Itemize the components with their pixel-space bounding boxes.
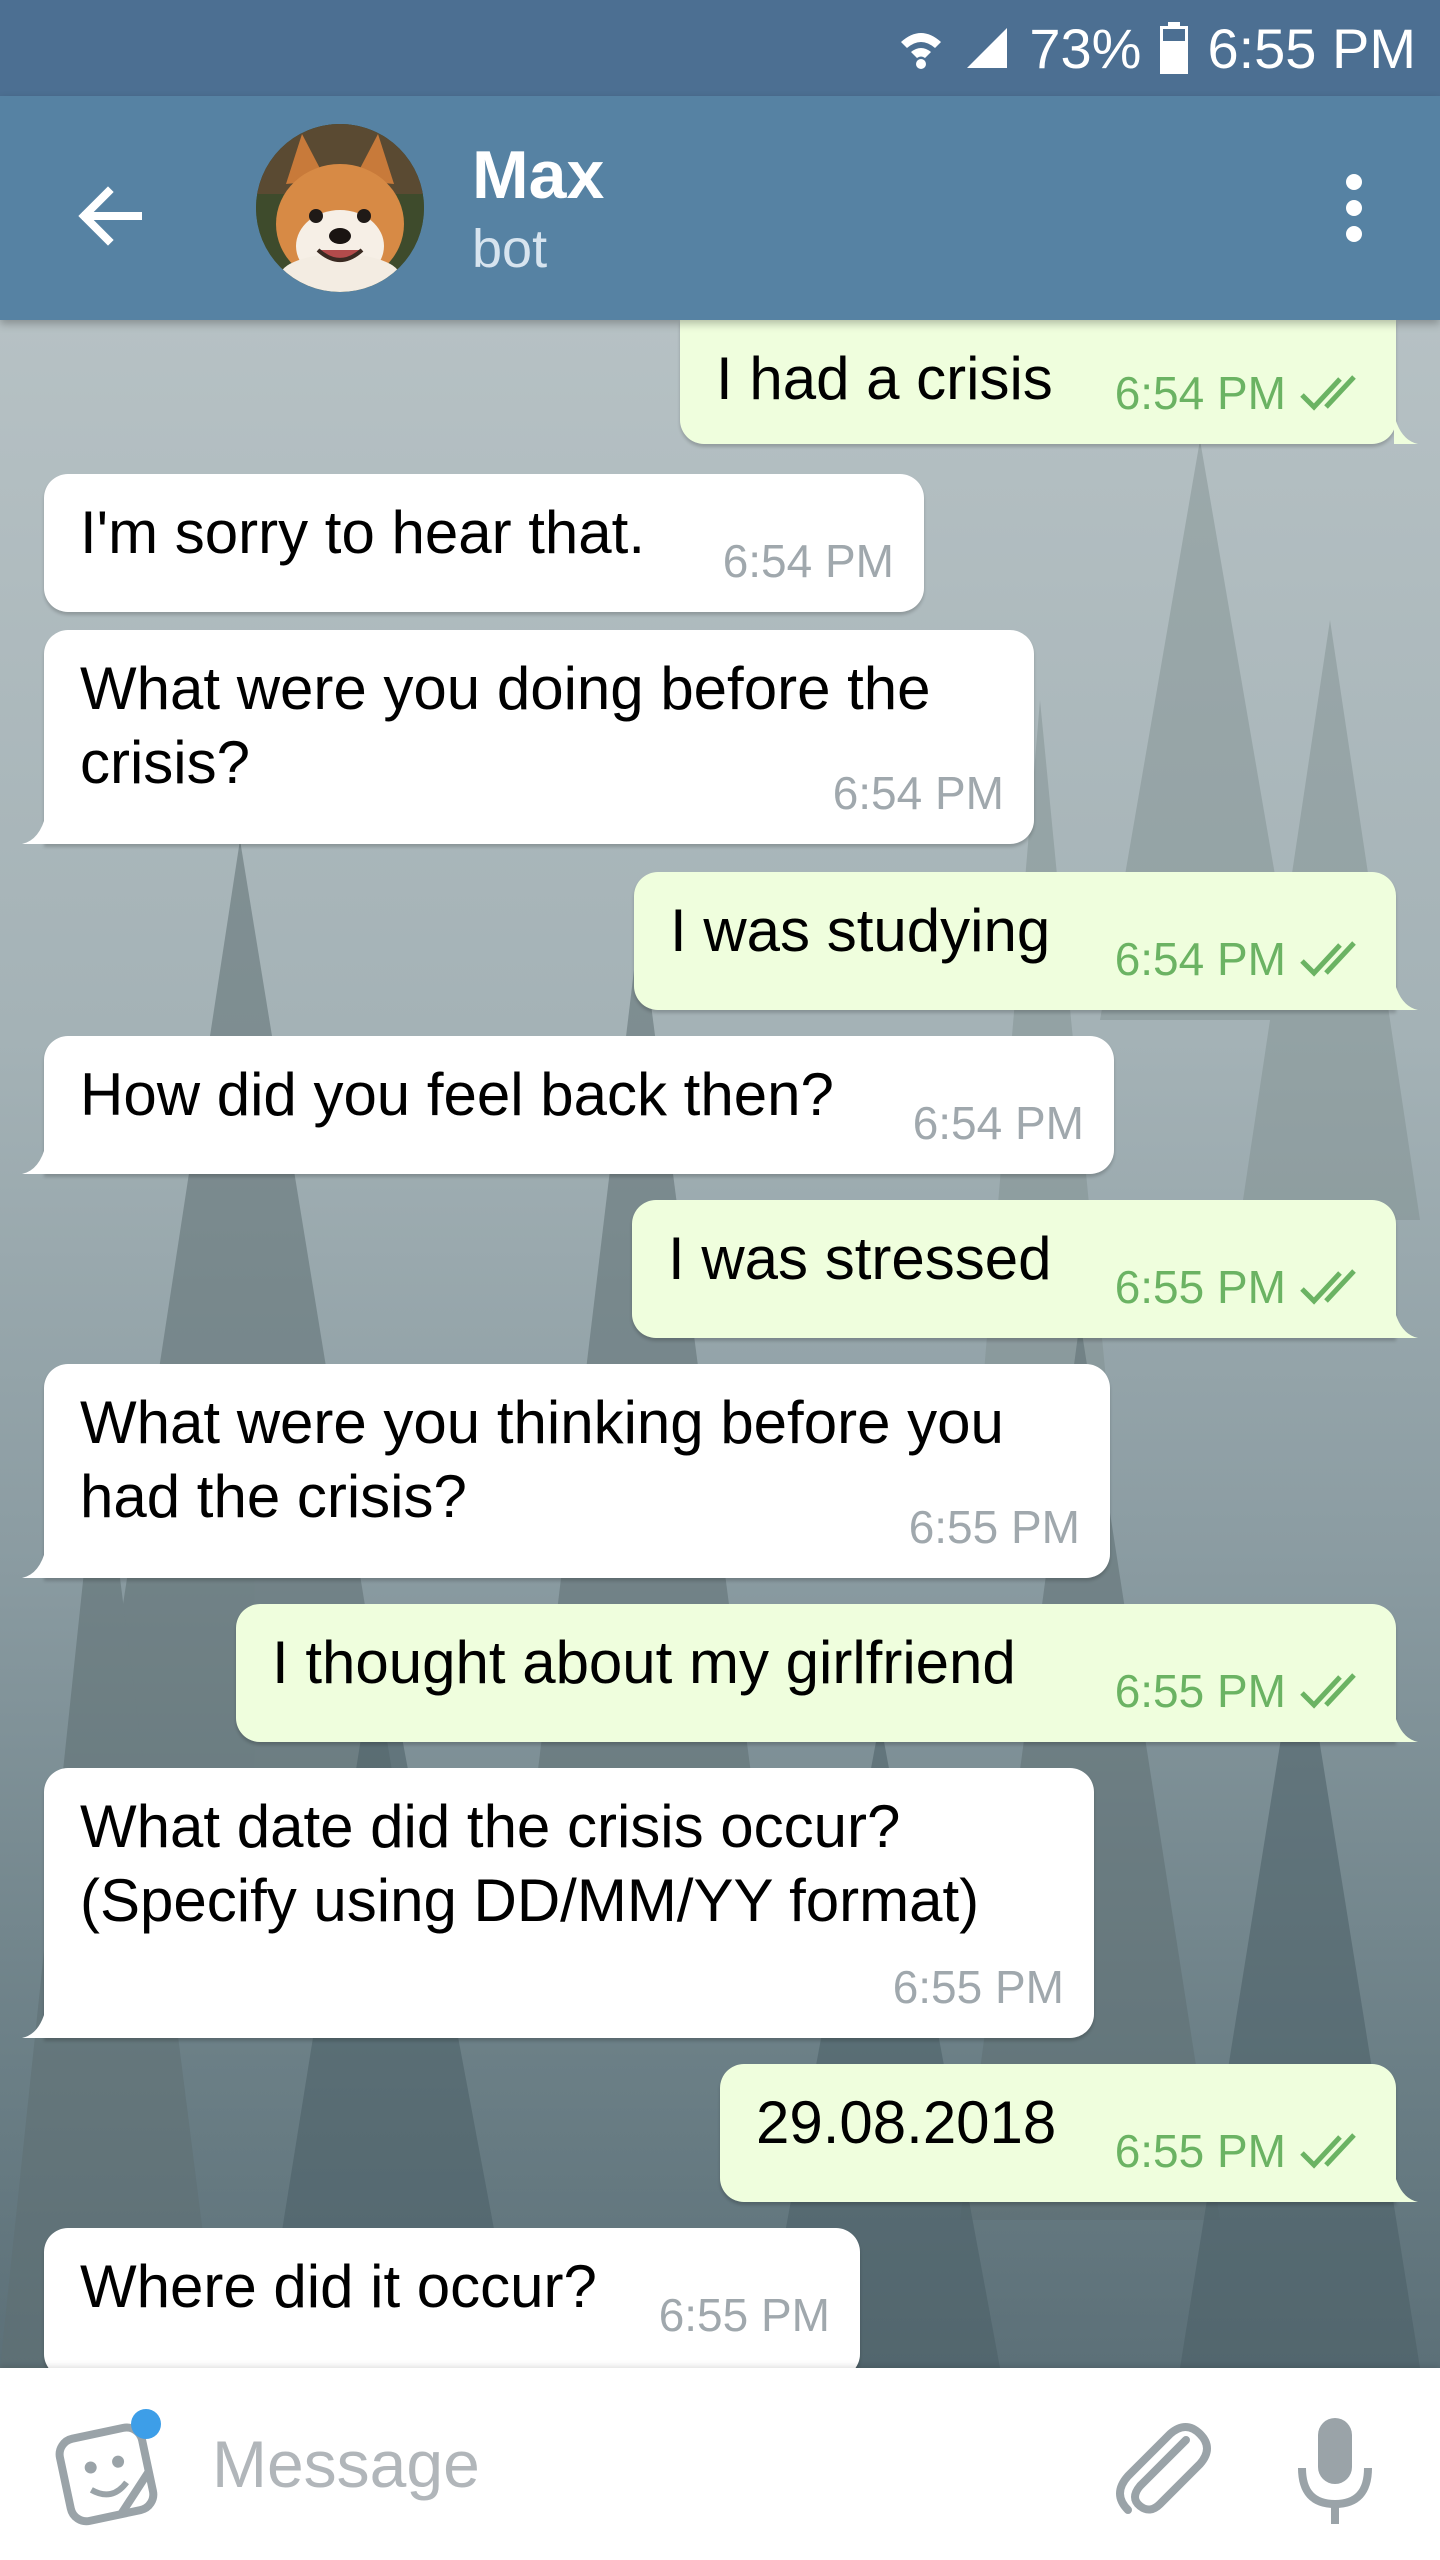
back-button[interactable]	[60, 166, 160, 266]
message-meta: 6:55 PM	[1115, 1654, 1366, 1728]
back-arrow-icon	[78, 186, 142, 246]
message-bubble-incoming[interactable]: What were you thinking before you had th…	[22, 1364, 1110, 1578]
message-time: 6:54 PM	[1114, 367, 1286, 419]
message-time: 6:54 PM	[722, 535, 894, 587]
message-bubble-outgoing[interactable]: I thought about my girlfriend 6:55 PM	[236, 1604, 1418, 1742]
chat-subtitle: bot	[472, 219, 548, 279]
more-options-button[interactable]	[1304, 158, 1404, 258]
bubble-tail	[1394, 1308, 1418, 1338]
message-bubble-outgoing[interactable]: 29.08.2018 6:55 PM	[720, 2064, 1418, 2202]
message-meta: 6:54 PM	[723, 524, 894, 598]
avatar[interactable]	[256, 124, 424, 292]
sticker-icon	[55, 2409, 161, 2526]
microphone-icon	[1298, 2418, 1372, 2524]
more-vert-icon	[1346, 174, 1362, 242]
bubble-tail	[1394, 980, 1418, 1010]
wifi-icon	[897, 24, 945, 72]
message-bubble-incoming[interactable]: Where did it occur? 6:55 PM	[44, 2228, 860, 2368]
chat-header: Max bot	[0, 96, 1440, 320]
message-meta: 6:55 PM	[659, 2278, 830, 2352]
bubble-tail	[1394, 2172, 1418, 2202]
battery-icon	[1159, 22, 1189, 74]
message-time: 6:54 PM	[912, 1097, 1084, 1149]
message-time: 6:55 PM	[892, 1961, 1064, 2013]
message-time: 6:55 PM	[1114, 1261, 1286, 1313]
message-bubble-incoming[interactable]: What were you doing before the crisis? 6…	[22, 630, 1034, 844]
paperclip-icon	[1116, 2423, 1211, 2514]
voice-message-button[interactable]	[1280, 2410, 1390, 2530]
message-meta: 6:54 PM	[1115, 922, 1366, 996]
message-time: 6:54 PM	[832, 767, 1004, 819]
background-wallpaper	[0, 440, 1420, 2368]
message-bubble-incoming[interactable]: How did you feel back then? 6:54 PM	[22, 1036, 1114, 1174]
double-check-icon	[1300, 1673, 1356, 1709]
message-bubble-outgoing[interactable]: I was stressed 6:55 PM	[632, 1200, 1418, 1338]
message-meta: 6:54 PM	[833, 756, 1004, 830]
message-time: 6:55 PM	[908, 1501, 1080, 1553]
message-time: 6:55 PM	[658, 2289, 830, 2341]
double-check-icon	[1300, 375, 1356, 411]
attach-button[interactable]	[1100, 2410, 1220, 2530]
message-bubble-incoming[interactable]: I'm sorry to hear that. 6:54 PM	[44, 474, 924, 612]
double-check-icon	[1300, 2133, 1356, 2169]
battery-percent: 73%	[1029, 16, 1142, 80]
bubble-tail	[22, 2008, 46, 2038]
message-text: What date did the crisis occur? (Specify…	[80, 1793, 980, 1934]
double-check-icon	[1300, 1269, 1356, 1305]
message-meta: 6:55 PM	[1115, 1250, 1366, 1324]
message-bubble-incoming[interactable]: What date did the crisis occur? (Specify…	[22, 1768, 1094, 2038]
bubble-tail	[1394, 1712, 1418, 1742]
message-composer	[0, 2368, 1440, 2560]
message-bubble-outgoing[interactable]: I was studying 6:54 PM	[634, 872, 1418, 1010]
message-time: 6:55 PM	[1114, 1665, 1286, 1717]
message-input[interactable]	[210, 2408, 1034, 2520]
message-meta: 6:54 PM	[913, 1086, 1084, 1160]
message-time: 6:54 PM	[1114, 933, 1286, 985]
message-meta: 6:55 PM	[1115, 2114, 1366, 2188]
status-bar: 73% 6:55 PM	[0, 0, 1440, 96]
notification-dot	[131, 2409, 161, 2439]
message-meta: 6:55 PM	[909, 1490, 1080, 1564]
message-meta: 6:55 PM	[893, 1950, 1064, 2024]
chat-title: Max	[472, 137, 605, 213]
sticker-button[interactable]	[50, 2408, 170, 2528]
bubble-tail	[22, 814, 46, 844]
message-list[interactable]: I had a crisis 6:54 PM I'm sorry to hear…	[0, 320, 1440, 2368]
double-check-icon	[1300, 941, 1356, 977]
message-time: 6:55 PM	[1114, 2125, 1286, 2177]
message-bubble-outgoing[interactable]: I had a crisis 6:54 PM	[680, 320, 1418, 444]
message-meta: 6:54 PM	[1115, 356, 1366, 430]
bubble-tail	[22, 1144, 46, 1174]
bubble-tail	[22, 1548, 46, 1578]
bubble-tail	[1394, 414, 1418, 444]
signal-icon	[963, 24, 1011, 72]
clock: 6:55 PM	[1207, 16, 1416, 80]
